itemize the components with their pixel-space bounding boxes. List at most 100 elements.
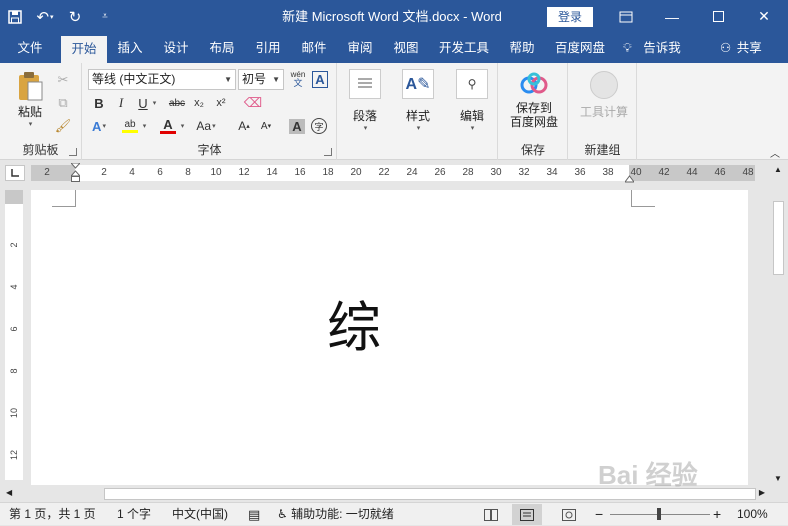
tab-baidu-netdisk[interactable]: 百度网盘 [548,33,612,63]
tab-developer[interactable]: 开发工具 [432,33,496,63]
highlight-dropdown-icon[interactable]: ▾ [139,115,149,137]
tab-mailings[interactable]: 邮件 [294,33,334,63]
shrink-font-icon[interactable]: A ▾ [255,115,277,137]
horizontal-ruler[interactable]: 2 2 4 6 8 10 12 14 16 18 20 22 24 26 28 … [31,162,755,183]
tell-me[interactable]: 💡︎ 告诉我 [623,33,681,63]
copy-icon[interactable]: ⧉ [52,92,74,114]
underline-dropdown-icon[interactable]: ▾ [149,92,159,114]
chevron-down-icon: ▼ [224,75,232,84]
character-shading-icon[interactable]: A [286,115,308,137]
calculator-icon [590,71,618,99]
close-icon[interactable]: ✕ [741,0,787,33]
phonetic-guide-button[interactable]: wén 文 [287,68,309,90]
tab-help[interactable]: 帮助 [502,33,542,63]
subscript-icon[interactable]: x₂ [188,92,210,114]
font-name-select[interactable]: 等线 (中文正文) ▼ [88,69,236,90]
indent-marker-icon[interactable] [69,162,82,183]
ruler-tick: 46 [714,167,726,178]
ruler-tick: 24 [406,167,418,178]
maximize-icon[interactable] [695,0,741,33]
scroll-down-icon[interactable]: ▼ [774,474,782,483]
tab-view[interactable]: 视图 [386,33,426,63]
right-indent-marker-icon[interactable] [624,172,635,183]
web-layout-icon[interactable] [554,504,584,525]
font-color-dropdown-icon[interactable]: ▾ [177,115,187,137]
scroll-up-icon[interactable]: ▲ [774,165,782,174]
save-icon[interactable] [0,0,30,33]
document-page[interactable] [31,190,748,485]
calculator-tool-button[interactable]: 工具计算 [573,71,635,120]
superscript-icon[interactable]: x² [210,92,232,114]
paste-button[interactable]: 粘贴 ▾ [10,69,50,128]
zoom-slider-thumb[interactable] [657,508,661,520]
ribbon-display-options-icon[interactable] [603,0,649,33]
cut-icon[interactable]: ✂ [52,69,74,91]
character-border-icon[interactable]: A [309,68,331,90]
paste-dropdown-icon[interactable]: ▾ [11,120,50,128]
editing-group[interactable]: ⚲ 编辑 ▾ [446,63,498,160]
tab-file[interactable]: 文件 [8,33,52,63]
ruler-tick: 6 [157,167,163,178]
italic-icon[interactable]: I [110,92,132,114]
font-launcher-icon[interactable] [324,148,332,156]
vertical-ruler[interactable]: 2 4 6 8 10 12 [5,190,23,480]
font-size-select[interactable]: 初号 ▼ [238,69,284,90]
accessibility-status[interactable]: ♿︎ 辅助功能: 一切就绪 [277,503,394,526]
change-case-icon[interactable]: Aa ▾ [191,115,221,137]
status-bar: 第 1 页，共 1 页 1 个字 中文(中国) ▤ ♿︎ 辅助功能: 一切就绪 … [0,502,788,525]
customize-qat-icon[interactable]: ⩡ [90,0,120,33]
minimize-icon[interactable]: — [649,0,695,33]
tab-home[interactable]: 开始 [61,36,107,63]
zoom-out-icon[interactable]: − [595,503,603,526]
language-indicator[interactable]: 中文(中国) [172,503,228,526]
word-count[interactable]: 1 个字 [117,503,151,526]
zoom-level[interactable]: 100% [737,503,768,526]
styles-button[interactable]: A✎ 样式 ▾ [400,69,436,132]
text-effects-icon[interactable]: A ▾ [88,115,110,137]
font-color-icon[interactable]: A [157,115,179,137]
editing-button[interactable]: ⚲ 编辑 ▾ [454,69,490,132]
vertical-scrollbar[interactable]: ▲ ▼ [770,163,787,485]
save-group: 保存到 百度网盘 保存 [499,63,568,160]
enclose-characters-icon[interactable]: 字 [308,115,330,137]
login-button[interactable]: 登录 [547,7,593,27]
vertical-scroll-thumb[interactable] [773,201,784,275]
print-layout-icon[interactable] [512,504,542,525]
font-group: 等线 (中文正文) ▼ 初号 ▼ wén 文 A B I U ▾ abc x₂ x… [83,63,337,160]
ruler-tick: 8 [185,167,191,178]
highlight-icon[interactable]: ab [119,115,141,137]
scroll-left-icon[interactable]: ◀ [6,488,12,497]
strikethrough-icon[interactable]: abc [166,92,188,114]
tab-layout[interactable]: 布局 [202,33,242,63]
scroll-right-icon[interactable]: ▶ [759,488,765,497]
read-mode-icon[interactable] [476,504,506,525]
accessibility-label: 辅助功能: 一切就绪 [291,507,394,521]
grow-font-icon[interactable]: A ▴ [233,115,255,137]
zoom-in-icon[interactable]: + [713,503,721,526]
share-button[interactable]: ⚇ 共享 [720,33,762,63]
document-text[interactable]: 综 [327,296,381,360]
paragraph-label: 段落 [352,109,377,123]
tab-review[interactable]: 审阅 [340,33,380,63]
redo-icon[interactable]: ↻ [60,0,90,33]
page-count[interactable]: 第 1 页，共 1 页 [9,503,96,526]
format-painter-icon[interactable]: 🖌︎ [52,115,74,137]
clear-formatting-icon[interactable]: ⌫ [242,92,264,114]
ruler-tick: 2 [101,167,107,178]
font-size-value: 初号 [242,72,267,86]
paragraph-group[interactable]: 段落 ▾ [338,63,392,160]
undo-icon[interactable]: ↶ ▾ [30,0,60,33]
tab-selector[interactable] [5,165,25,181]
clipboard-launcher-icon[interactable] [69,148,77,156]
ruler-tick: 20 [350,167,362,178]
tab-insert[interactable]: 插入 [110,33,150,63]
styles-group[interactable]: A✎ 样式 ▾ [392,63,444,160]
tab-references[interactable]: 引用 [248,33,288,63]
paragraph-button[interactable]: 段落 ▾ [346,69,384,132]
tab-design[interactable]: 设计 [156,33,196,63]
ruler-tick: 28 [462,167,474,178]
bold-icon[interactable]: B [88,92,110,114]
track-changes-icon[interactable]: ▤ [248,503,260,526]
quick-access-toolbar: ↶ ▾ ↻ ⩡ [0,0,120,33]
save-to-baidu-button[interactable]: 保存到 百度网盘 [503,71,565,129]
